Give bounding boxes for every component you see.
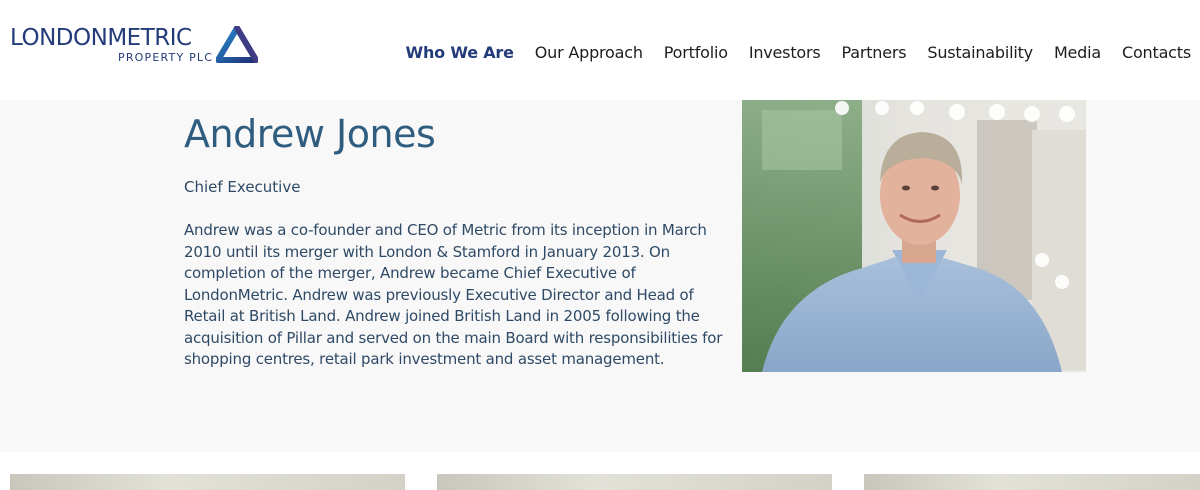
site-header: LONDONMETRIC PROPERTY PLC Who We Are Our… [0,0,1200,100]
nav-media[interactable]: Media [1054,43,1101,62]
nav-portfolio[interactable]: Portfolio [664,43,728,62]
logo-wordmark: LONDONMETRIC [10,24,192,52]
logo-word-london: LONDON [10,25,108,51]
main-nav: Who We Are Our Approach Portfolio Invest… [385,43,1192,62]
nav-contacts[interactable]: Contacts [1122,43,1191,62]
nav-investors[interactable]: Investors [749,43,821,62]
related-profile-thumb[interactable] [10,474,405,490]
nav-sustainability[interactable]: Sustainability [927,43,1033,62]
related-profiles-strip [0,452,1200,490]
profile-panel: Andrew Jones Chief Executive Andrew was … [0,100,1200,452]
logo[interactable]: LONDONMETRIC PROPERTY PLC [10,24,260,68]
related-profile-thumb[interactable] [864,474,1200,490]
portrait-image [742,100,1086,372]
profile-role: Chief Executive [184,178,301,196]
nav-our-approach[interactable]: Our Approach [535,43,643,62]
nav-partners[interactable]: Partners [842,43,907,62]
profile-photo [742,100,1086,372]
related-profile-thumb[interactable] [437,474,832,490]
nav-who-we-are[interactable]: Who We Are [406,43,514,62]
logo-subtitle: PROPERTY PLC [118,51,214,64]
profile-name: Andrew Jones [184,112,436,156]
profile-bio: Andrew was a co-founder and CEO of Metri… [184,221,723,368]
logo-word-metric: METRIC [107,25,192,51]
triangle-logo-icon [216,26,258,63]
